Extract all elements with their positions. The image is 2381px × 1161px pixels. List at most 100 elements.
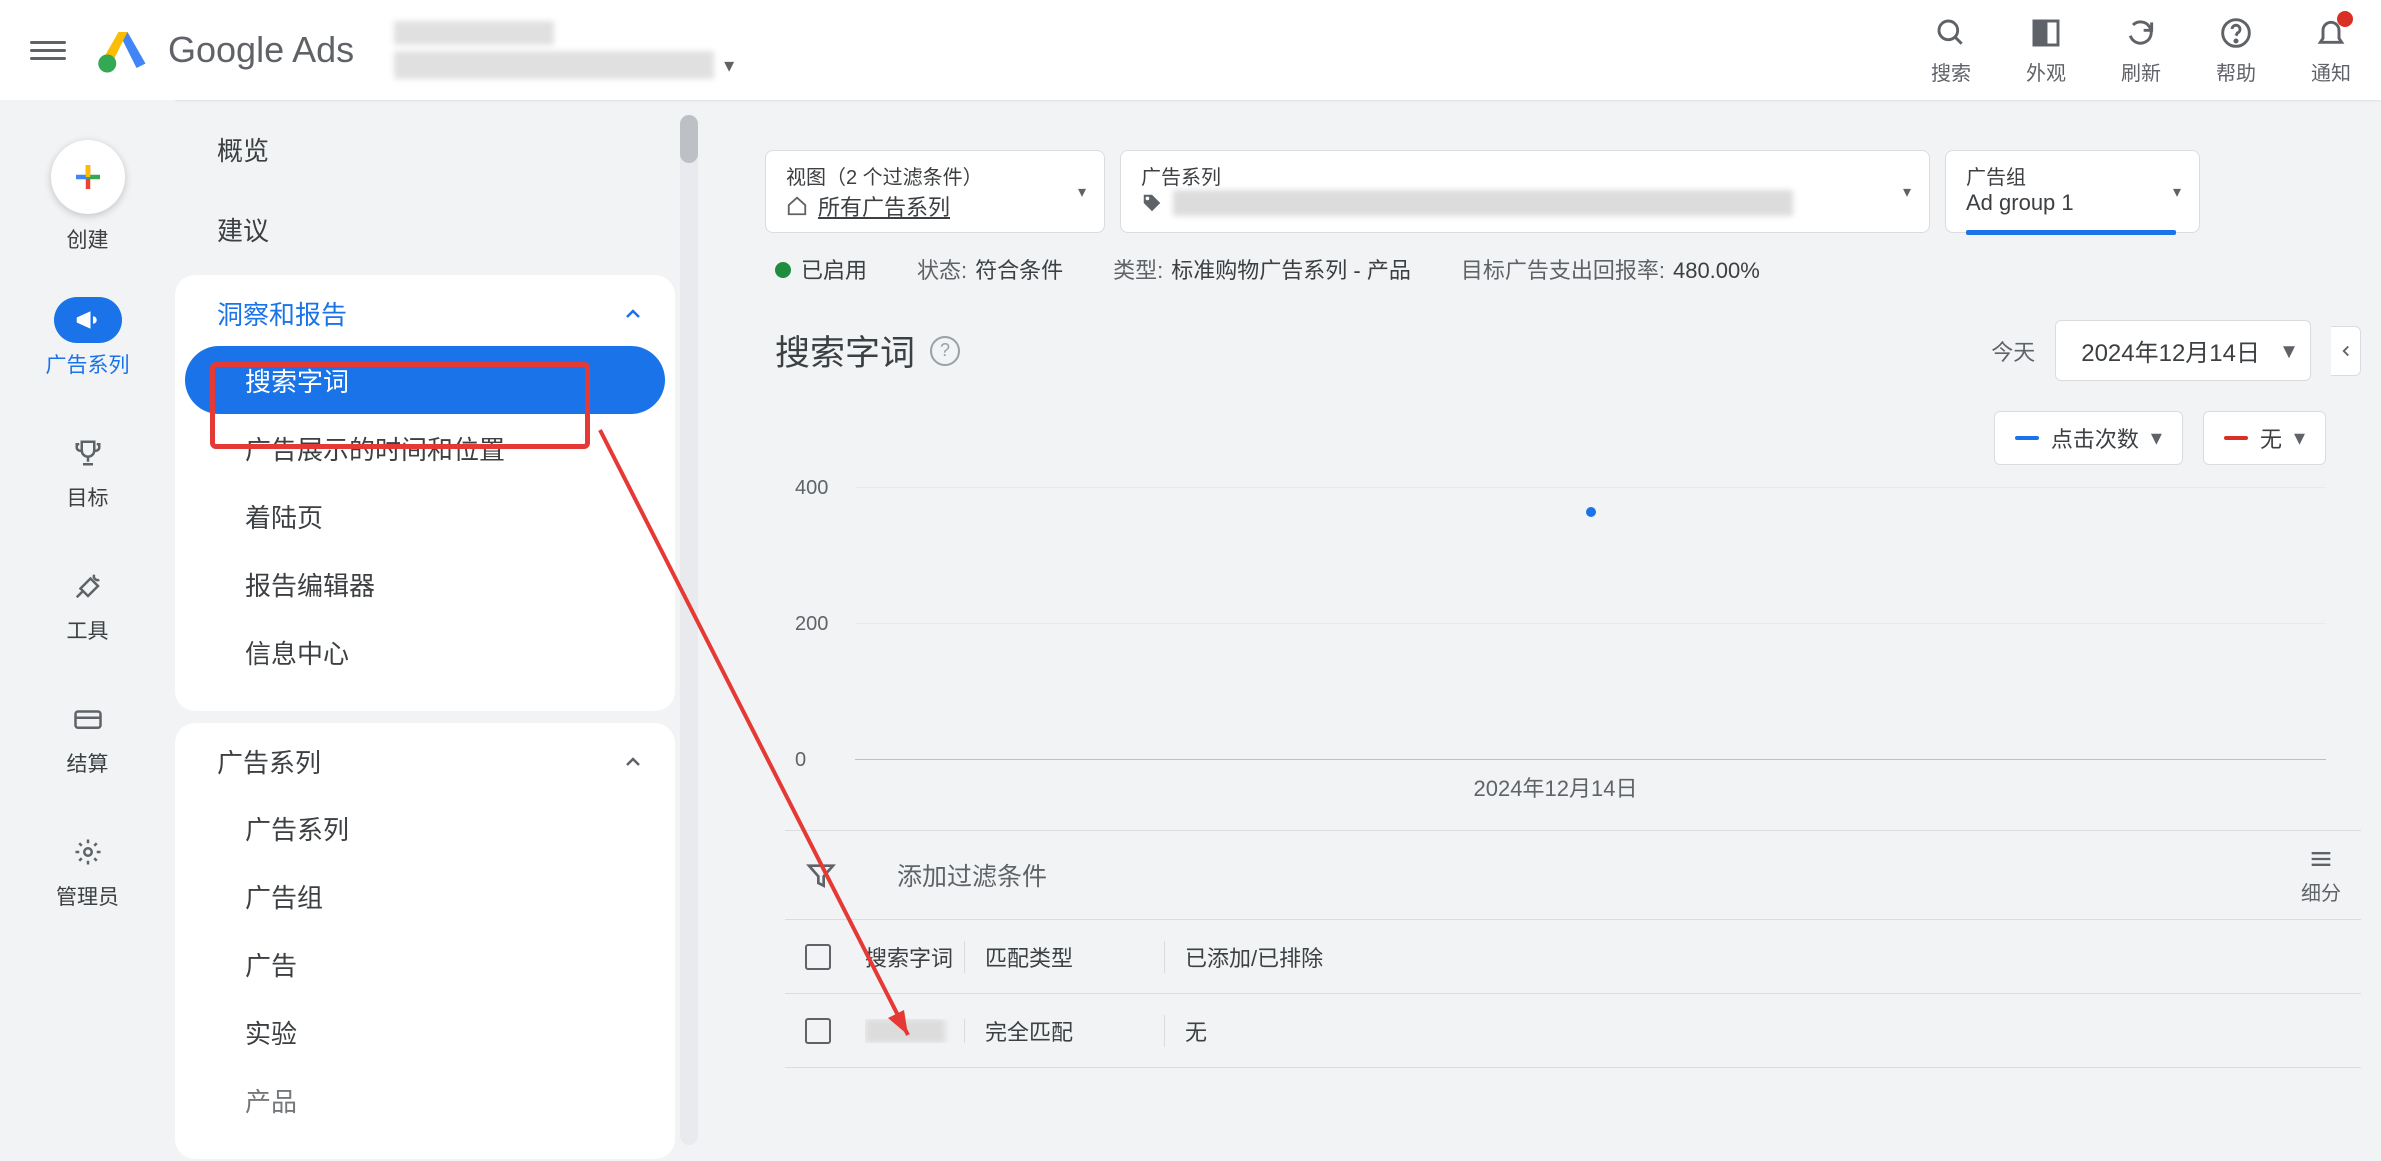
nav-sub-adgroups[interactable]: 广告组 [175,862,675,930]
nav-scrollbar-thumb[interactable] [680,115,698,163]
y-tick-0: 0 [795,749,806,772]
nav-when-where[interactable]: 广告展示的时间和位置 [175,414,675,482]
filter-icon[interactable] [805,859,837,891]
home-icon [786,195,808,217]
rail-goals[interactable]: 目标 [42,422,134,520]
nav-sub-experiments[interactable]: 实验 [175,998,675,1066]
nav-insights-header[interactable]: 洞察和报告 [175,281,675,346]
secondary-metric-selector[interactable]: 无 ▾ [2203,411,2326,465]
nav-sub-products[interactable]: 产品 [175,1066,675,1134]
account-name-redacted [394,51,714,79]
search-button[interactable]: 搜索 [1931,15,1971,86]
refresh-icon [2123,15,2159,51]
status-type: 类型:标准购物广告系列 - 产品 [1113,253,1411,285]
tools-icon [73,571,103,601]
campaign-name-redacted [1173,190,1793,216]
account-id-redacted [394,21,554,45]
chevron-down-icon: ▾ [724,53,734,78]
y-tick-200: 200 [795,613,828,636]
status-eligible: 状态:符合条件 [917,253,1063,285]
col-header-term[interactable]: 搜索字词 [865,941,965,973]
help-icon [2218,15,2254,51]
primary-metric-selector[interactable]: 点击次数 ▾ [1994,411,2183,465]
nav-recommendations[interactable]: 建议 [175,195,675,263]
nav-sub-ads[interactable]: 广告 [175,930,675,998]
table-header-row: 搜索字词 匹配类型 已添加/已排除 [785,920,2361,994]
appearance-icon [2028,15,2064,51]
chevron-down-icon: ▾ [1903,182,1911,202]
rail-billing[interactable]: 结算 [42,688,134,786]
header-actions: 搜索 外观 刷新 帮助 通知 [1931,15,2351,86]
segment-button[interactable]: 细分 [2301,845,2341,906]
chevron-down-icon: ▾ [2173,182,2181,202]
search-terms-table: 搜索字词 匹配类型 已添加/已排除 完全匹配 无 [785,920,2361,1068]
row-checkbox[interactable] [805,1018,831,1044]
search-term-redacted [865,1019,945,1043]
chart: 400 200 0 2024年12月14日 [785,485,2326,795]
left-rail: 创建 广告系列 目标 工具 结算 管理员 [0,100,175,1161]
active-underline [1966,230,2176,235]
rail-admin[interactable]: 管理员 [42,821,134,919]
nav-search-terms[interactable]: 搜索字词 [185,346,665,414]
nav-campaigns-header[interactable]: 广告系列 [175,729,675,794]
metric-selectors: 点击次数 ▾ 无 ▾ [765,401,2381,475]
nav-dashboards[interactable]: 信息中心 [175,618,675,686]
date-shortcut-today[interactable]: 今天 [1991,335,2035,367]
nav-campaigns-card: 广告系列 广告系列 广告组 广告 实验 产品 [175,723,675,1159]
col-header-match[interactable]: 匹配类型 [965,941,1165,973]
notifications-button[interactable]: 通知 [2311,15,2351,86]
trophy-icon [73,438,103,468]
status-row: 已启用 状态:符合条件 类型:标准购物广告系列 - 产品 目标广告支出回报率:4… [765,233,2381,300]
create-label: 创建 [67,224,109,254]
plus-icon [70,159,106,195]
nav-landing-pages[interactable]: 着陆页 [175,482,675,550]
nav-sub-campaigns[interactable]: 广告系列 [175,794,675,862]
chevron-up-icon [621,750,645,774]
select-all-checkbox[interactable] [805,944,831,970]
chart-data-point[interactable] [1586,507,1596,517]
scope-selectors: 视图（2 个过滤条件） 所有广告系列 ▾ 广告系列 ▾ 广告组 Ad group… [765,150,2381,233]
x-axis-line [855,759,2326,760]
y-tick-400: 400 [795,477,828,500]
menu-icon[interactable] [30,32,66,68]
refresh-button[interactable]: 刷新 [2121,15,2161,86]
cell-added-excluded: 无 [1165,1015,1415,1047]
rail-campaigns[interactable]: 广告系列 [34,289,142,387]
nav-overview[interactable]: 概览 [175,115,675,183]
rail-tools[interactable]: 工具 [42,555,134,653]
chevron-down-icon: ▾ [1078,182,1086,202]
chevron-down-icon: ▾ [2283,336,2295,365]
cell-match-type: 完全匹配 [965,1015,1165,1047]
nav-report-editor[interactable]: 报告编辑器 [175,550,675,618]
gridline [855,623,2326,624]
create-button[interactable] [51,140,125,214]
chevron-down-icon: ▾ [2151,425,2162,451]
col-header-added[interactable]: 已添加/已排除 [1165,941,1415,973]
adgroup-selector[interactable]: 广告组 Ad group 1 ▾ [1945,150,2200,233]
gear-icon [73,837,103,867]
card-icon [73,704,103,734]
megaphone-icon [73,305,103,335]
status-troas: 目标广告支出回报率:480.00% [1461,253,1760,285]
tag-icon [1141,192,1163,214]
series-color-swatch [2015,436,2039,440]
status-enabled: 已启用 [775,253,867,285]
gridline [855,487,2326,488]
logo[interactable]: Google Ads [96,23,354,77]
expand-panel-button[interactable] [2331,326,2361,376]
chevron-left-icon [2337,342,2355,360]
series-color-swatch [2224,436,2248,440]
view-selector[interactable]: 视图（2 个过滤条件） 所有广告系列 ▾ [765,150,1105,233]
help-tooltip-icon[interactable]: ? [930,336,960,366]
appearance-button[interactable]: 外观 [2026,15,2066,86]
help-button[interactable]: 帮助 [2216,15,2256,86]
chevron-down-icon: ▾ [2294,425,2305,451]
date-picker[interactable]: 2024年12月14日 ▾ [2055,320,2311,381]
bell-icon [2313,15,2349,51]
main-content: 视图（2 个过滤条件） 所有广告系列 ▾ 广告系列 ▾ 广告组 Ad group… [765,150,2381,1068]
nav-scrollbar-track [680,115,698,1145]
campaign-selector[interactable]: 广告系列 ▾ [1120,150,1930,233]
account-selector[interactable]: ▾ [394,21,734,79]
table-row: 完全匹配 无 [785,994,2361,1068]
filter-input[interactable]: 添加过滤条件 [897,857,1047,893]
